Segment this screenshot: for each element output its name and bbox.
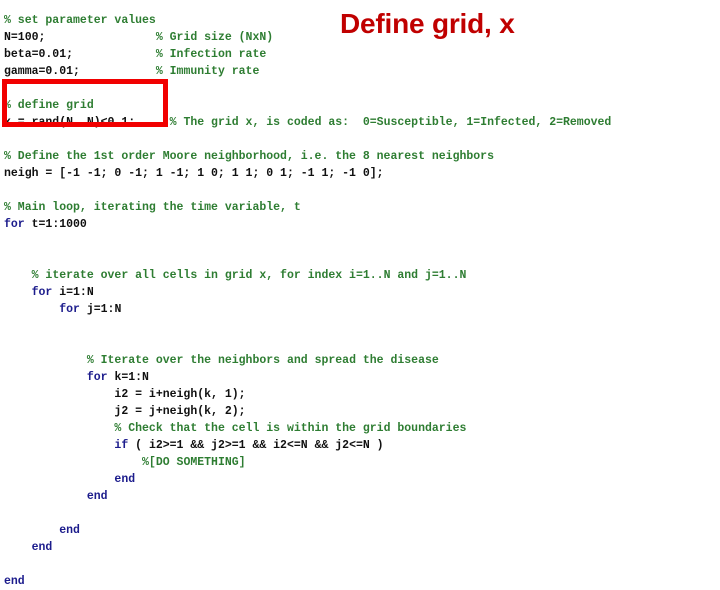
code-line: end: [0, 539, 720, 556]
code-line: % define grid: [0, 97, 720, 114]
code-token: for: [59, 302, 80, 316]
code-token: neigh = [-1 -1; 0 -1; 1 -1; 1 0; 1 1; 0 …: [4, 166, 384, 180]
code-token: end: [114, 472, 136, 486]
code-token: % Grid size (NxN): [155, 30, 274, 44]
code-line: for i=1:N: [0, 284, 720, 301]
code-token: % Main loop, iterating the time variable…: [4, 200, 301, 214]
code-line: end: [0, 488, 720, 505]
code-token: t=1:1000: [24, 217, 87, 231]
code-line: end: [0, 522, 720, 539]
code-token: end: [59, 523, 80, 537]
code-line: end: [0, 471, 720, 488]
code-token: end: [31, 540, 53, 554]
code-token: % set parameter values: [4, 13, 156, 27]
code-token: if: [114, 438, 129, 452]
code-line: x = rand(N, N)<0.1; % The grid x, is cod…: [0, 114, 720, 131]
code-line: % Define the 1st order Moore neighborhoo…: [0, 148, 720, 165]
slide-canvas: % set parameter values N=100; % Grid size…: [0, 0, 720, 588]
code-token: N=100;: [4, 30, 46, 44]
code-line: beta=0.01; % Infection rate: [0, 46, 720, 63]
code-token: %[DO SOMETHING]: [142, 455, 246, 469]
code-token: j=1:N: [79, 302, 122, 316]
code-line: % Main loop, iterating the time variable…: [0, 199, 720, 216]
code-token: % Check that the cell is within the grid…: [114, 421, 467, 435]
code-token: % iterate over all cells in grid x, for …: [31, 268, 467, 282]
code-token: % Infection rate: [155, 47, 267, 61]
code-token: end: [4, 574, 25, 588]
code-line: for t=1:1000: [0, 216, 720, 233]
code-line: % iterate over all cells in grid x, for …: [0, 267, 720, 284]
code-line: for j=1:N: [0, 301, 720, 318]
code-token: for: [86, 370, 108, 384]
code-token: i2 = i+neigh(k, 1);: [114, 387, 246, 401]
code-line: neigh = [-1 -1; 0 -1; 1 -1; 1 0; 1 1; 0 …: [0, 165, 720, 182]
code-token: i=1:N: [52, 285, 94, 299]
code-token: gamma=0.01;: [4, 64, 80, 78]
code-token: j2 = j+neigh(k, 2);: [114, 404, 246, 418]
code-line: end: [0, 573, 720, 590]
code-line: if ( i2>=1 && j2>=1 && i2<=N && j2<=N ): [0, 437, 720, 454]
code-line: i2 = i+neigh(k, 1);: [0, 386, 720, 403]
code-token: for: [4, 217, 25, 231]
code-token: % The grid x, is coded as: 0=Susceptible…: [169, 115, 612, 129]
code-line: %[DO SOMETHING]: [0, 454, 720, 471]
matlab-code-listing: % set parameter values N=100; % Grid size…: [0, 12, 720, 590]
code-token: % Define the 1st order Moore neighborhoo…: [4, 149, 494, 163]
code-token: x = rand(N, N)<0.1;: [4, 115, 136, 129]
code-token: ( i2>=1 && j2>=1 && i2<=N && j2<=N ): [128, 438, 384, 452]
code-line: % Iterate over the neighbors and spread …: [0, 352, 720, 369]
code-line: gamma=0.01; % Immunity rate: [0, 63, 720, 80]
code-line: for k=1:N: [0, 369, 720, 386]
code-token: end: [86, 489, 108, 503]
page-title: Define grid, x: [340, 8, 515, 39]
code-token: beta=0.01;: [4, 47, 74, 61]
code-token: % define grid: [4, 98, 94, 112]
code-token: % Immunity rate: [155, 64, 260, 78]
code-token: for: [31, 285, 53, 299]
code-token: k=1:N: [107, 370, 149, 384]
code-line: % Check that the cell is within the grid…: [0, 420, 720, 437]
code-line: j2 = j+neigh(k, 2);: [0, 403, 720, 420]
code-token: % Iterate over the neighbors and spread …: [86, 353, 439, 367]
